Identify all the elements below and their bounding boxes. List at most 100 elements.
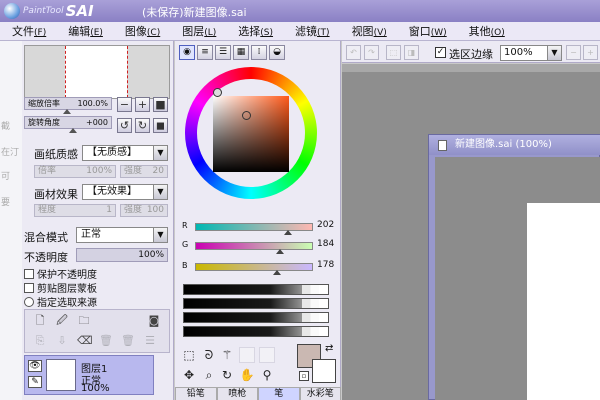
menu-view[interactable]: 视图(V) <box>340 23 397 39</box>
protect-opacity-checkbox[interactable] <box>24 268 34 279</box>
tab-airbrush[interactable]: 喷枪 <box>216 387 258 400</box>
zoom-in-view-icon[interactable]: + <box>583 45 598 60</box>
menu-select[interactable]: 选择(S) <box>226 23 283 39</box>
saturation-value-box[interactable] <box>213 96 289 172</box>
blue-slider-thumb[interactable] <box>273 270 282 275</box>
color-wheel-mode-icon[interactable]: ◉ <box>179 45 195 60</box>
clip-mask-option[interactable]: 剪贴图层蒙板 <box>24 280 97 295</box>
material-strength-field[interactable]: 强度 100 <box>120 204 168 217</box>
menu-layer[interactable]: 图层(L) <box>170 23 226 39</box>
zoom-slider-thumb[interactable] <box>63 109 71 114</box>
swatch-mode-icon[interactable]: ⁞ <box>251 45 267 60</box>
new-folder-icon[interactable]: 🗀 <box>77 314 91 328</box>
blend-mode-select[interactable]: 正常 ▼ <box>76 227 168 243</box>
green-slider-thumb[interactable] <box>276 249 285 254</box>
drawing-paper[interactable] <box>527 203 600 400</box>
rect-select-icon[interactable]: ⬚ <box>181 347 197 363</box>
background-window-edge: 截 在汀 可 要 <box>0 41 22 400</box>
rotate-left-button[interactable]: ↺ <box>117 118 132 133</box>
deselect-icon[interactable]: ⬚ <box>386 45 401 60</box>
transparent-color-icon[interactable]: ▫ <box>299 371 309 381</box>
rotate-slider-thumb[interactable] <box>69 128 77 133</box>
zoom-in-button[interactable]: + <box>135 97 150 112</box>
opacity-slider[interactable]: 100% <box>76 248 168 262</box>
zoom-out-button[interactable]: − <box>117 97 132 112</box>
color-history-row[interactable] <box>183 298 329 309</box>
tab-brush[interactable]: 笔 <box>258 387 300 400</box>
layer-mask-icon[interactable]: ◙ <box>147 314 161 328</box>
delete-all-icon[interactable]: 🗑 <box>121 334 135 348</box>
scratchpad-mode-icon[interactable]: ◒ <box>269 45 285 60</box>
rotate-reset-button[interactable]: ◼ <box>153 118 168 133</box>
color-history-row[interactable] <box>183 284 329 295</box>
rotate-view-icon[interactable]: ↻ <box>219 367 235 383</box>
magic-wand-icon[interactable]: ⚚ <box>219 347 235 363</box>
select-source-radio[interactable] <box>24 296 34 307</box>
layer-settings-icon[interactable]: ☰ <box>143 334 157 348</box>
select-source-option[interactable]: 指定选取来源 <box>24 294 97 309</box>
menu-filter[interactable]: 滤镜(T) <box>283 23 340 39</box>
menu-file[interactable]: 文件(F) <box>0 23 56 39</box>
move-icon[interactable]: ✥ <box>181 367 197 383</box>
green-slider[interactable] <box>195 242 313 250</box>
menu-edit[interactable]: 编辑(E) <box>56 23 113 39</box>
paper-magnify-field[interactable]: 倍率 100% <box>34 165 116 178</box>
material-effect-select[interactable]: 【无效果】 ▼ <box>82 184 168 200</box>
layer-row[interactable]: 👁 ✎ 图层1 正常 100% <box>24 355 154 395</box>
tab-pencil[interactable]: 铅笔 <box>175 387 217 400</box>
red-slider-thumb[interactable] <box>284 230 293 235</box>
hue-cursor[interactable] <box>213 88 222 97</box>
undo-icon[interactable]: ↶ <box>346 45 361 60</box>
paper-strength-field[interactable]: 强度 20 <box>120 165 168 178</box>
hsv-slider-mode-icon[interactable]: ☰ <box>215 45 231 60</box>
hand-icon[interactable]: ✋ <box>239 367 255 383</box>
redo-icon[interactable]: ↷ <box>364 45 379 60</box>
red-value[interactable]: 202 <box>317 220 334 230</box>
lasso-icon[interactable]: ᘐ <box>201 347 217 363</box>
new-layer-icon[interactable]: 🗋 <box>33 314 47 328</box>
color-history-row[interactable] <box>183 326 329 337</box>
clear-layer-icon[interactable]: ⌫ <box>77 334 93 348</box>
paper-quality-select[interactable]: 【无质感】 ▼ <box>82 145 168 161</box>
document-title: 新建图像.sai (100%) <box>455 139 552 150</box>
color-history-row[interactable] <box>183 312 329 323</box>
red-slider[interactable] <box>195 223 313 231</box>
delete-layer-icon[interactable]: 🗑 <box>99 334 113 348</box>
green-value[interactable]: 184 <box>317 239 334 249</box>
eye-icon[interactable]: 👁 <box>28 360 42 372</box>
document-title-bar[interactable]: 新建图像.sai (100%) <box>429 135 600 155</box>
pen-lock-icon[interactable]: ✎ <box>28 376 42 388</box>
merge-down-icon[interactable]: ⇩ <box>55 334 69 348</box>
document-window[interactable]: 新建图像.sai (100%) <box>428 134 600 400</box>
chevron-down-icon: ▼ <box>547 46 561 60</box>
new-vector-layer-icon[interactable]: 🖉 <box>55 314 69 328</box>
menu-window[interactable]: 窗口(W) <box>397 23 457 39</box>
selection-edge-checkbox[interactable]: ✓ <box>435 47 446 58</box>
hue-wheel[interactable] <box>185 67 317 199</box>
zoom-reset-button[interactable]: ■ <box>153 97 168 112</box>
protect-opacity-option[interactable]: 保护不透明度 <box>24 266 97 281</box>
color-mix-mode-icon[interactable]: ▦ <box>233 45 249 60</box>
blue-slider[interactable] <box>195 263 313 271</box>
copy-layer-icon[interactable]: ⎘ <box>33 334 47 348</box>
sv-cursor[interactable] <box>242 111 251 120</box>
zoom-out-view-icon[interactable]: − <box>566 45 581 60</box>
rgb-slider-mode-icon[interactable]: ≡ <box>197 45 213 60</box>
menu-other[interactable]: 其他(O) <box>457 23 515 39</box>
zoom-icon[interactable]: ⌕ <box>201 367 217 383</box>
menu-image[interactable]: 图像(C) <box>113 23 170 39</box>
rotate-slider[interactable]: 旋转角度 +000 <box>24 116 112 133</box>
eyedropper-icon[interactable]: ⚲ <box>259 367 275 383</box>
material-degree-field[interactable]: 程度 1 <box>34 204 116 217</box>
invert-selection-icon[interactable]: ◨ <box>404 45 419 60</box>
zoom-slider[interactable]: 缩放倍率 100.0% <box>24 97 112 114</box>
document-viewport[interactable] <box>435 157 600 400</box>
clip-mask-checkbox[interactable] <box>24 282 34 293</box>
rotate-right-button[interactable]: ↻ <box>135 118 150 133</box>
view-zoom-select[interactable]: 100% ▼ <box>500 45 562 61</box>
swap-colors-icon[interactable]: ⇄ <box>325 343 333 354</box>
sub-color-swatch[interactable] <box>312 359 336 383</box>
navigator-preview[interactable] <box>24 45 170 99</box>
tab-watercolor[interactable]: 水彩笔 <box>299 387 341 400</box>
blue-value[interactable]: 178 <box>317 260 334 270</box>
